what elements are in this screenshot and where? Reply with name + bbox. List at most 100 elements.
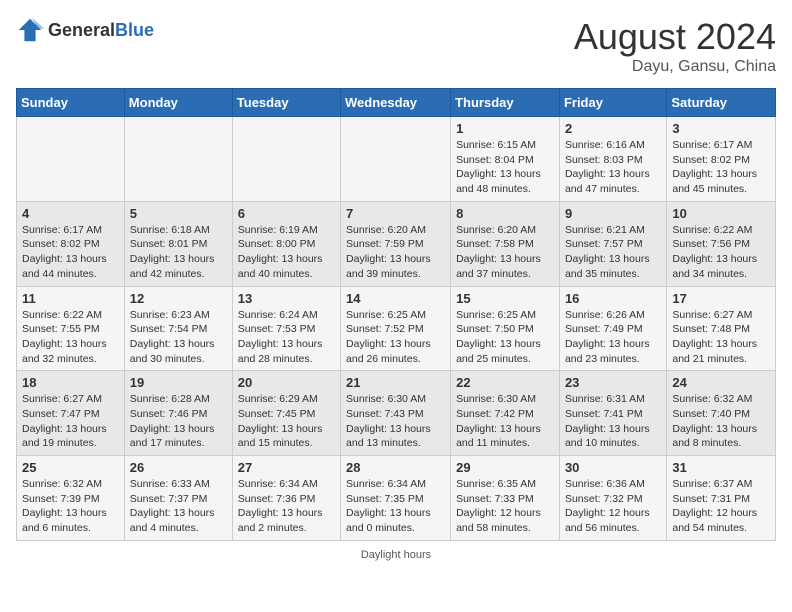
calendar-cell: 4 Sunrise: 6:17 AM Sunset: 8:02 PM Daylig… (17, 201, 125, 286)
calendar-cell: 20 Sunrise: 6:29 AM Sunset: 7:45 PM Dayli… (232, 371, 340, 456)
calendar-cell: 22Sunrise: 6:30 AM Sunset: 7:42 PM Dayli… (451, 371, 560, 456)
cell-sun-info: Sunrise: 6:30 AM Sunset: 7:43 PM Dayligh… (346, 392, 445, 451)
cell-sun-info: Sunrise: 6:34 AM Sunset: 7:36 PM Dayligh… (238, 477, 335, 536)
header-wednesday: Wednesday (341, 89, 451, 117)
logo-blue-text: Blue (115, 20, 154, 40)
calendar-cell: 6 Sunrise: 6:19 AM Sunset: 8:00 PM Daylig… (232, 201, 340, 286)
day-number: 14 (346, 291, 445, 306)
day-number: 11 (22, 291, 119, 306)
day-number: 5 (130, 206, 227, 221)
day-number: 3 (672, 121, 770, 136)
day-number: 21 (346, 375, 445, 390)
cell-sun-info: Sunrise: 6:22 AM Sunset: 7:56 PM Dayligh… (672, 223, 770, 282)
calendar-cell: 5Sunrise: 6:18 AM Sunset: 8:01 PM Daylig… (124, 201, 232, 286)
day-number: 24 (672, 375, 770, 390)
day-number: 29 (456, 460, 554, 475)
cell-sun-info: Sunrise: 6:25 AM Sunset: 7:50 PM Dayligh… (456, 308, 554, 367)
header-sunday: Sunday (17, 89, 125, 117)
calendar-cell (232, 117, 340, 202)
day-number: 12 (130, 291, 227, 306)
cell-sun-info: Sunrise: 6:35 AM Sunset: 7:33 PM Dayligh… (456, 477, 554, 536)
calendar-week-row: 25Sunrise: 6:32 AM Sunset: 7:39 PM Dayli… (17, 456, 776, 541)
calendar-cell: 15 Sunrise: 6:25 AM Sunset: 7:50 PM Dayli… (451, 286, 560, 371)
calendar-cell: 30Sunrise: 6:36 AM Sunset: 7:32 PM Dayli… (559, 456, 666, 541)
logo-general-text: General (48, 20, 115, 40)
calendar-cell: 25Sunrise: 6:32 AM Sunset: 7:39 PM Dayli… (17, 456, 125, 541)
header-friday: Friday (559, 89, 666, 117)
footer-daylight: Daylight hours (16, 549, 776, 561)
calendar-cell (341, 117, 451, 202)
calendar-cell: 9 Sunrise: 6:21 AM Sunset: 7:57 PM Daylig… (559, 201, 666, 286)
calendar-cell: 12 Sunrise: 6:23 AM Sunset: 7:54 PM Dayli… (124, 286, 232, 371)
cell-sun-info: Sunrise: 6:21 AM Sunset: 7:57 PM Dayligh… (565, 223, 661, 282)
calendar-cell: 3 Sunrise: 6:17 AM Sunset: 8:02 PM Daylig… (667, 117, 776, 202)
day-number: 23 (565, 375, 661, 390)
cell-sun-info: Sunrise: 6:26 AM Sunset: 7:49 PM Dayligh… (565, 308, 661, 367)
calendar-cell: 8Sunrise: 6:20 AM Sunset: 7:58 PM Daylig… (451, 201, 560, 286)
month-year-title: August 2024 (574, 16, 776, 58)
cell-sun-info: Sunrise: 6:17 AM Sunset: 8:02 PM Dayligh… (22, 223, 119, 282)
cell-sun-info: Sunrise: 6:32 AM Sunset: 7:40 PM Dayligh… (672, 392, 770, 451)
logo-icon (16, 16, 44, 44)
day-number: 6 (238, 206, 335, 221)
calendar-week-row: 18Sunrise: 6:27 AM Sunset: 7:47 PM Dayli… (17, 371, 776, 456)
day-number: 15 (456, 291, 554, 306)
header-thursday: Thursday (451, 89, 560, 117)
header-tuesday: Tuesday (232, 89, 340, 117)
cell-sun-info: Sunrise: 6:33 AM Sunset: 7:37 PM Dayligh… (130, 477, 227, 536)
cell-sun-info: Sunrise: 6:19 AM Sunset: 8:00 PM Dayligh… (238, 223, 335, 282)
day-number: 10 (672, 206, 770, 221)
day-number: 19 (130, 375, 227, 390)
day-number: 31 (672, 460, 770, 475)
day-number: 17 (672, 291, 770, 306)
calendar-cell: 16 Sunrise: 6:26 AM Sunset: 7:49 PM Dayli… (559, 286, 666, 371)
day-number: 8 (456, 206, 554, 221)
day-number: 22 (456, 375, 554, 390)
day-number: 9 (565, 206, 661, 221)
calendar-week-row: 1 Sunrise: 6:15 AM Sunset: 8:04 PM Daylig… (17, 117, 776, 202)
page-header: GeneralBlue August 2024 Dayu, Gansu, Chi… (16, 16, 776, 76)
calendar-cell: 2 Sunrise: 6:16 AM Sunset: 8:03 PM Daylig… (559, 117, 666, 202)
calendar-week-row: 4 Sunrise: 6:17 AM Sunset: 8:02 PM Daylig… (17, 201, 776, 286)
cell-sun-info: Sunrise: 6:27 AM Sunset: 7:48 PM Dayligh… (672, 308, 770, 367)
cell-sun-info: Sunrise: 6:31 AM Sunset: 7:41 PM Dayligh… (565, 392, 661, 451)
calendar-header-row: Sunday Monday Tuesday Wednesday Thursday… (17, 89, 776, 117)
day-number: 20 (238, 375, 335, 390)
day-number: 1 (456, 121, 554, 136)
cell-sun-info: Sunrise: 6:29 AM Sunset: 7:45 PM Dayligh… (238, 392, 335, 451)
cell-sun-info: Sunrise: 6:20 AM Sunset: 7:59 PM Dayligh… (346, 223, 445, 282)
calendar-cell: 17 Sunrise: 6:27 AM Sunset: 7:48 PM Dayli… (667, 286, 776, 371)
calendar-cell: 27 Sunrise: 6:34 AM Sunset: 7:36 PM Dayli… (232, 456, 340, 541)
calendar-cell: 23 Sunrise: 6:31 AM Sunset: 7:41 PM Dayli… (559, 371, 666, 456)
calendar-cell: 14Sunrise: 6:25 AM Sunset: 7:52 PM Dayli… (341, 286, 451, 371)
day-number: 27 (238, 460, 335, 475)
day-number: 28 (346, 460, 445, 475)
calendar-week-row: 11Sunrise: 6:22 AM Sunset: 7:55 PM Dayli… (17, 286, 776, 371)
header-monday: Monday (124, 89, 232, 117)
header-saturday: Saturday (667, 89, 776, 117)
day-number: 4 (22, 206, 119, 221)
cell-sun-info: Sunrise: 6:23 AM Sunset: 7:54 PM Dayligh… (130, 308, 227, 367)
cell-sun-info: Sunrise: 6:27 AM Sunset: 7:47 PM Dayligh… (22, 392, 119, 451)
cell-sun-info: Sunrise: 6:36 AM Sunset: 7:32 PM Dayligh… (565, 477, 661, 536)
calendar-cell: 19 Sunrise: 6:28 AM Sunset: 7:46 PM Dayli… (124, 371, 232, 456)
cell-sun-info: Sunrise: 6:32 AM Sunset: 7:39 PM Dayligh… (22, 477, 119, 536)
day-number: 26 (130, 460, 227, 475)
calendar-cell: 24 Sunrise: 6:32 AM Sunset: 7:40 PM Dayli… (667, 371, 776, 456)
cell-sun-info: Sunrise: 6:28 AM Sunset: 7:46 PM Dayligh… (130, 392, 227, 451)
location-subtitle: Dayu, Gansu, China (574, 58, 776, 76)
calendar-cell: 29 Sunrise: 6:35 AM Sunset: 7:33 PM Dayli… (451, 456, 560, 541)
cell-sun-info: Sunrise: 6:17 AM Sunset: 8:02 PM Dayligh… (672, 138, 770, 197)
day-number: 16 (565, 291, 661, 306)
calendar-cell (17, 117, 125, 202)
cell-sun-info: Sunrise: 6:16 AM Sunset: 8:03 PM Dayligh… (565, 138, 661, 197)
title-block: August 2024 Dayu, Gansu, China (574, 16, 776, 76)
day-number: 13 (238, 291, 335, 306)
calendar-cell: 13Sunrise: 6:24 AM Sunset: 7:53 PM Dayli… (232, 286, 340, 371)
calendar-table: Sunday Monday Tuesday Wednesday Thursday… (16, 88, 776, 541)
cell-sun-info: Sunrise: 6:15 AM Sunset: 8:04 PM Dayligh… (456, 138, 554, 197)
day-number: 2 (565, 121, 661, 136)
calendar-cell: 21 Sunrise: 6:30 AM Sunset: 7:43 PM Dayli… (341, 371, 451, 456)
calendar-cell: 1 Sunrise: 6:15 AM Sunset: 8:04 PM Daylig… (451, 117, 560, 202)
calendar-cell: 7Sunrise: 6:20 AM Sunset: 7:59 PM Daylig… (341, 201, 451, 286)
